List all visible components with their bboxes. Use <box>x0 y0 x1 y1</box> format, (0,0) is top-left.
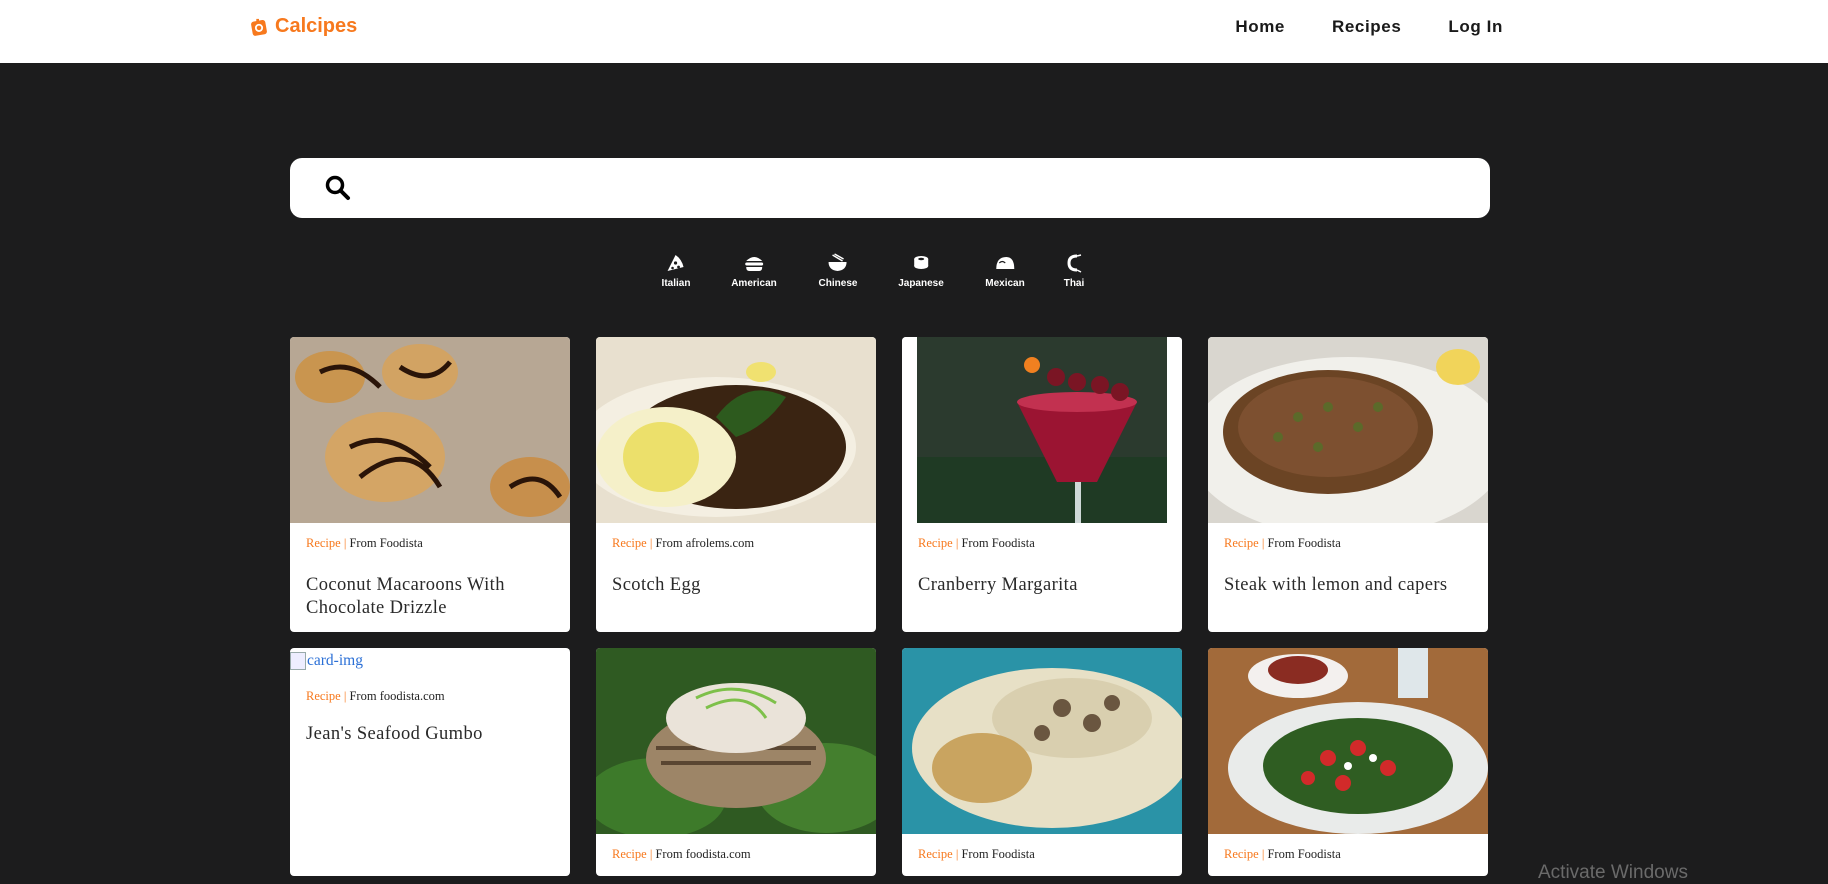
card-title[interactable]: Cranberry Margarita <box>918 574 1168 597</box>
search-icon[interactable] <box>324 174 352 202</box>
burger-spinach-photo <box>596 648 876 834</box>
sushi-icon <box>914 256 928 269</box>
card-title[interactable]: Steak with lemon and capers <box>1224 574 1474 597</box>
card-meta: Recipe | From Foodista <box>918 847 1035 861</box>
card-tag[interactable]: Recipe <box>612 536 647 550</box>
card-title[interactable]: Scotch Egg <box>612 574 862 597</box>
nav-recipes[interactable]: Recipes <box>1332 17 1401 37</box>
mushroom-chicken-photo <box>902 648 1182 834</box>
brand-name: Calcipes <box>275 15 358 37</box>
card-tag[interactable]: Recipe <box>612 847 647 861</box>
cuisine-american[interactable]: American <box>731 253 777 289</box>
steak-capers-photo <box>1208 337 1488 523</box>
cuisine-label: Chinese <box>818 278 858 289</box>
search-bar <box>290 158 1490 218</box>
card-tag[interactable]: Recipe <box>1224 536 1259 550</box>
card-image-broken: card-img <box>290 652 363 670</box>
card-meta: Recipe | From Foodista <box>306 536 423 550</box>
brand-logo-icon <box>251 18 267 36</box>
card-source: From Foodista <box>961 536 1035 550</box>
recipe-card[interactable]: Recipe | From Foodista Coconut Macaroons… <box>290 337 570 632</box>
nav-home[interactable]: Home <box>1235 17 1285 37</box>
recipe-card[interactable]: Recipe | From afrolems.com Scotch Egg <box>596 337 876 632</box>
card-source: From Foodista <box>1267 536 1341 550</box>
cuisine-label: Italian <box>661 278 691 289</box>
windows-activation-watermark: Activate Windows <box>1538 862 1688 883</box>
cuisine-label: American <box>731 278 777 289</box>
taco-icon <box>996 257 1014 269</box>
card-title[interactable]: Jean's Seafood Gumbo <box>306 723 556 746</box>
coconut-macaroons-photo <box>290 337 570 523</box>
card-source: From afrolems.com <box>655 536 755 550</box>
card-source: From foodista.com <box>655 847 751 861</box>
card-meta: Recipe | From afrolems.com <box>612 536 755 550</box>
card-tag[interactable]: Recipe <box>918 536 953 550</box>
top-navbar: Calcipes Home Recipes Log In <box>0 0 1828 63</box>
cuisine-label: Thai <box>1063 278 1085 289</box>
scotch-egg-photo <box>596 337 876 523</box>
brand[interactable]: Calcipes <box>250 15 357 38</box>
cuisine-chinese[interactable]: Chinese <box>818 253 858 289</box>
recipe-card[interactable]: card-img Recipe | From foodista.com Jean… <box>290 648 570 876</box>
cuisine-mexican[interactable]: Mexican <box>985 253 1025 289</box>
search-input[interactable] <box>370 168 1474 210</box>
card-meta: Recipe | From Foodista <box>918 536 1035 550</box>
strawberry-salad-photo <box>1208 648 1488 834</box>
recipe-card[interactable]: Recipe | From Foodista Steak with lemon … <box>1208 337 1488 632</box>
cuisine-filter-bar: Italian American Chinese Japanese Mexica… <box>0 253 1828 303</box>
card-meta: Recipe | From foodista.com <box>306 689 445 703</box>
cuisine-thai[interactable]: Thai <box>1063 253 1085 289</box>
recipe-card[interactable]: Recipe | From Foodista Cranberry Margari… <box>902 337 1182 632</box>
card-source: From Foodista <box>1267 847 1341 861</box>
recipe-card[interactable]: Recipe | From Foodista <box>902 648 1182 876</box>
card-tag[interactable]: Recipe <box>306 689 341 703</box>
cranberry-margarita-photo <box>902 337 1182 523</box>
broken-image-icon <box>290 652 306 670</box>
card-source: From Foodista <box>961 847 1035 861</box>
pizza-icon <box>668 255 684 271</box>
cuisine-italian[interactable]: Italian <box>661 253 691 289</box>
card-tag[interactable]: Recipe <box>306 536 341 550</box>
card-tag[interactable]: Recipe <box>918 847 953 861</box>
burger-icon <box>744 257 763 271</box>
card-source: From foodista.com <box>349 689 445 703</box>
cuisine-label: Mexican <box>985 278 1025 289</box>
recipe-card[interactable]: Recipe | From Foodista <box>1208 648 1488 876</box>
cuisine-japanese[interactable]: Japanese <box>898 253 944 289</box>
nav-login[interactable]: Log In <box>1448 17 1503 37</box>
card-meta: Recipe | From foodista.com <box>612 847 751 861</box>
card-meta: Recipe | From Foodista <box>1224 847 1341 861</box>
recipe-card[interactable]: Recipe | From foodista.com <box>596 648 876 876</box>
main-nav: Home Recipes Log In <box>1188 17 1503 37</box>
card-tag[interactable]: Recipe <box>1224 847 1259 861</box>
card-meta: Recipe | From Foodista <box>1224 536 1341 550</box>
noodle-bowl-icon <box>829 253 847 271</box>
card-image-alt: card-img <box>307 652 363 669</box>
card-title[interactable]: Coconut Macaroons With Chocolate Drizzle <box>306 574 556 620</box>
shrimp-icon <box>1067 254 1082 273</box>
card-source: From Foodista <box>349 536 423 550</box>
cuisine-label: Japanese <box>898 278 944 289</box>
